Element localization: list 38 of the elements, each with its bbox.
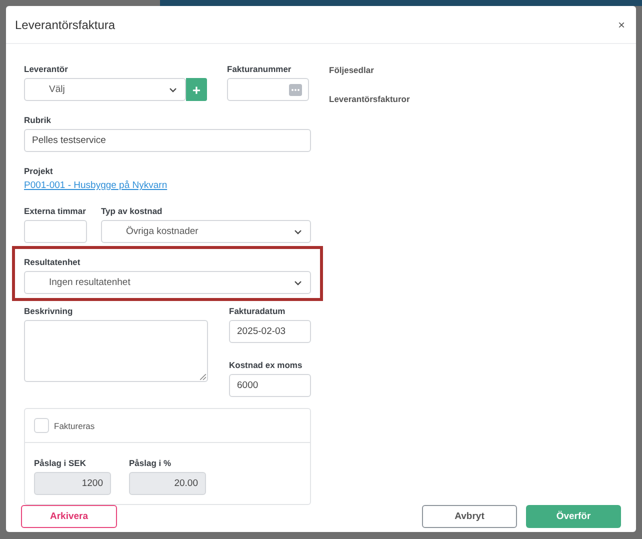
field-label: Leverantör [24,63,69,75]
project-link[interactable]: P001-001 - Husbygge på Nykvarn [24,180,311,192]
dropdown[interactable]: Ingen resultatenhet [24,271,311,294]
field-label: Externa timmar [24,205,87,217]
field-label: Fakturanummer [227,63,292,75]
cancel-button[interactable]: Avbryt [422,505,517,528]
chevron-down-icon [294,228,302,234]
input-field[interactable]: 6000 [229,374,311,397]
field-label: Påslag i SEK [34,457,87,469]
checkbox[interactable] [34,418,49,433]
dropdown-value: Ingen resultatenhet [49,276,130,288]
checkbox-label: Faktureras [54,420,95,432]
field-label: Påslag i % [129,457,172,469]
input-field[interactable] [227,78,309,101]
dropdown-value: Välj [49,84,65,96]
chevron-down-icon [294,280,302,286]
archive-button[interactable]: Arkivera [21,505,117,528]
section-link[interactable]: Följesedlar [329,64,410,76]
more-icon[interactable] [289,84,302,96]
field-label: Projekt [24,165,54,177]
dropdown[interactable]: Övriga kostnader [101,220,311,243]
field-label: Rubrik [24,114,52,126]
input-field[interactable]: Pelles testservice [24,129,311,152]
dialog-title: Leverantörsfaktura [15,18,116,30]
input-field[interactable]: 2025-02-03 [229,320,311,343]
close-button[interactable]: × [616,18,627,30]
input-field[interactable] [24,220,87,243]
field-label: Kostnad ex moms [229,359,304,371]
text-area[interactable] [24,320,208,382]
section-link[interactable]: Leverantörsfakturor [329,93,410,105]
chevron-down-icon [169,86,177,92]
dropdown[interactable]: Välj [24,78,186,101]
field-label: Typ av kostnad [101,205,164,217]
dropdown-value: Övriga kostnader [126,226,198,238]
field-label: Fakturadatum [229,305,286,317]
field-label: Beskrivning [24,305,74,317]
resize-handle-icon[interactable] [200,374,206,380]
field-label: Resultatenhet [24,256,82,268]
